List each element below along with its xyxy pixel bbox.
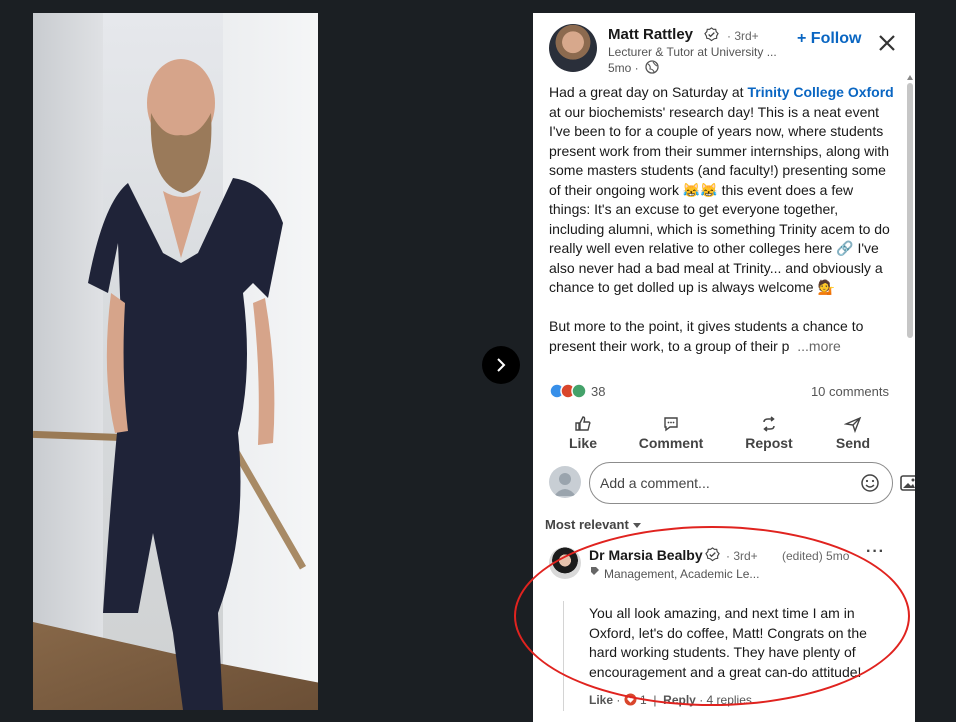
repost-action[interactable]: Repost: [738, 411, 800, 459]
replies-count[interactable]: 4 replies: [707, 693, 752, 707]
post-photo: [33, 13, 318, 710]
post-text-main: at our biochemists' research day! This i…: [549, 103, 890, 296]
comment-reaction-count[interactable]: 1: [640, 693, 647, 707]
comment-footer: Like · 1 | Reply · 4 replies: [589, 693, 752, 707]
post-text-intro: Had a great day on Saturday at: [549, 84, 748, 100]
verified-icon: [704, 27, 719, 42]
reply-button[interactable]: Reply: [663, 693, 696, 707]
post-panel: Matt Rattley · 3rd+ Lecturer & Tutor at …: [533, 13, 915, 722]
commenter-headline: Management, Academic Le...: [604, 567, 760, 581]
thumbs-up-icon: [575, 416, 591, 431]
send-action[interactable]: Send: [829, 411, 877, 459]
comment-action[interactable]: Comment: [633, 411, 709, 459]
my-avatar: [549, 466, 581, 498]
comment-input[interactable]: Add a comment...: [589, 462, 915, 504]
comment-label: Comment: [638, 435, 704, 451]
see-more-link[interactable]: ...more: [797, 338, 841, 354]
comment-composer: Add a comment...: [549, 462, 915, 506]
tag-icon: [591, 567, 599, 575]
like-action[interactable]: Like: [557, 411, 609, 459]
scrollbar-thumb[interactable]: [907, 83, 913, 338]
post-body: Had a great day on Saturday at Trinity C…: [549, 83, 894, 356]
author-avatar[interactable]: [549, 24, 597, 72]
thread-line: [563, 601, 564, 711]
comment-like-button[interactable]: Like: [589, 693, 613, 707]
repost-label: Repost: [745, 435, 793, 451]
comment-item: Dr Marsia Bealby · 3rd+ (edited) 5mo ···…: [549, 543, 899, 715]
follow-button[interactable]: + Follow: [797, 30, 861, 48]
commenter-name[interactable]: Dr Marsia Bealby: [589, 547, 703, 563]
trinity-college-link[interactable]: Trinity College Oxford: [747, 84, 893, 100]
sort-dropdown[interactable]: Most relevant: [545, 517, 641, 532]
user-placeholder-icon: [554, 473, 576, 496]
close-icon[interactable]: [877, 33, 897, 53]
chevron-right-icon: [497, 358, 506, 372]
author-name[interactable]: Matt Rattley: [608, 26, 693, 43]
post-actions: Like Comment Repost Send: [533, 411, 915, 459]
globe-icon: [645, 60, 659, 74]
caret-down-icon: [632, 523, 641, 529]
commenter-avatar[interactable]: [549, 547, 581, 579]
comment-icon: [664, 417, 678, 432]
reaction-icons[interactable]: [549, 383, 591, 399]
repost-icon: [763, 416, 775, 432]
scroll-up-arrow[interactable]: [907, 75, 913, 80]
author-degree: · 3rd+: [727, 29, 759, 43]
verified-icon: [705, 547, 720, 562]
send-icon: [844, 416, 862, 433]
next-image-button[interactable]: [482, 346, 520, 384]
comment-text: You all look amazing, and next time I am…: [589, 605, 867, 680]
emoji-icon[interactable]: [860, 473, 880, 493]
comments-count[interactable]: 10 comments: [811, 384, 889, 399]
photo-person: [88, 59, 283, 710]
heart-reaction-icon: [624, 693, 637, 706]
more-options-icon[interactable]: ···: [866, 543, 885, 561]
sort-label: Most relevant: [545, 517, 629, 532]
reaction-count[interactable]: 38: [591, 384, 605, 399]
image-icon[interactable]: [899, 473, 915, 493]
comment-placeholder: Add a comment...: [600, 475, 710, 491]
reactions-bar: 38 10 comments: [549, 383, 889, 401]
comment-edited-time: (edited) 5mo: [782, 549, 850, 563]
send-label: Send: [835, 435, 871, 451]
like-label: Like: [568, 435, 597, 451]
commenter-degree: · 3rd+: [726, 549, 758, 563]
author-headline: Lecturer & Tutor at University ...: [608, 45, 777, 59]
post-time: 5mo ·: [608, 61, 639, 75]
